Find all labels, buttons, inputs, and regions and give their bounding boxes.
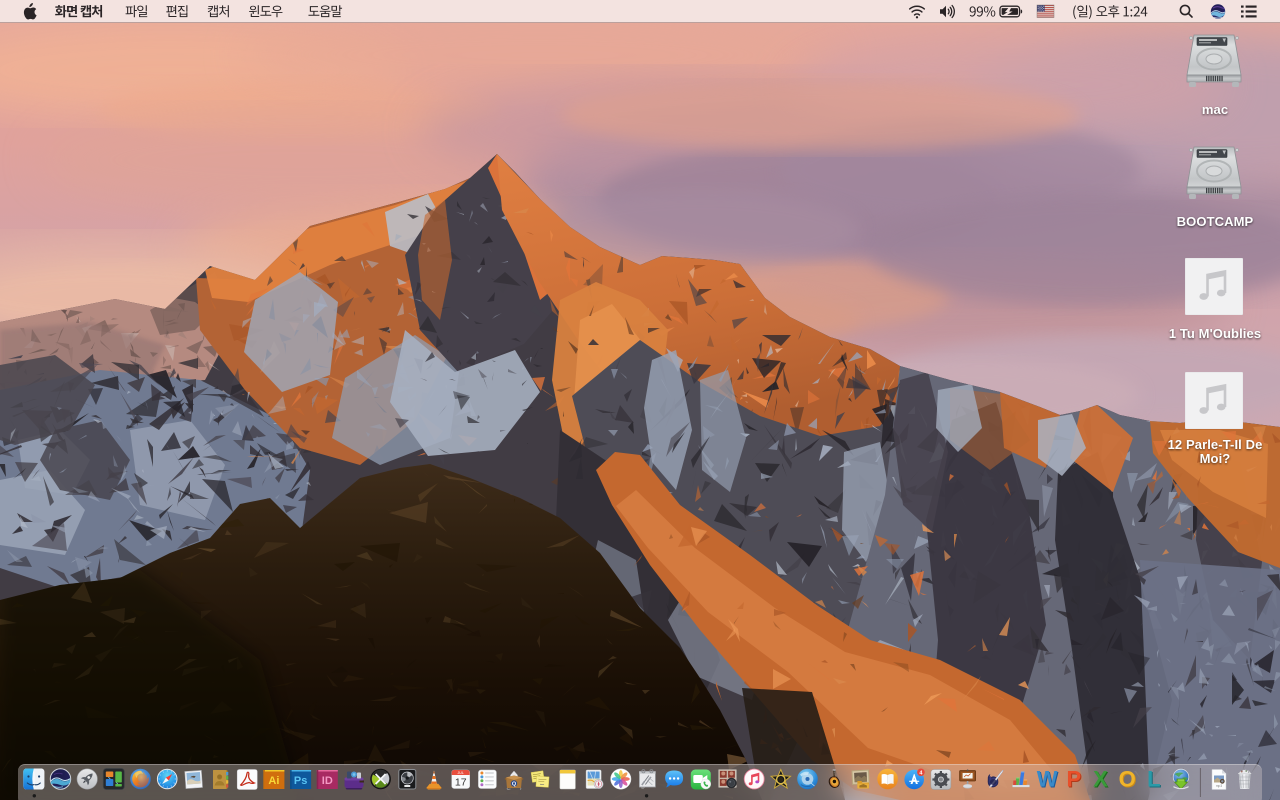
svg-text:ID: ID: [322, 775, 333, 787]
svg-text:Ps: Ps: [294, 775, 307, 787]
svg-text:L: L: [1147, 767, 1160, 792]
svg-text:X: X: [1093, 767, 1108, 792]
svg-text:Ai: Ai: [268, 775, 279, 787]
svg-text:17: 17: [455, 777, 467, 789]
svg-text:W: W: [1037, 767, 1058, 792]
svg-text:O: O: [1119, 767, 1136, 792]
svg-text:JUL: JUL: [457, 771, 463, 775]
svg-text:mp3: mp3: [1216, 784, 1222, 788]
svg-text:Q: Q: [512, 782, 517, 788]
svg-text:P: P: [1066, 767, 1081, 792]
